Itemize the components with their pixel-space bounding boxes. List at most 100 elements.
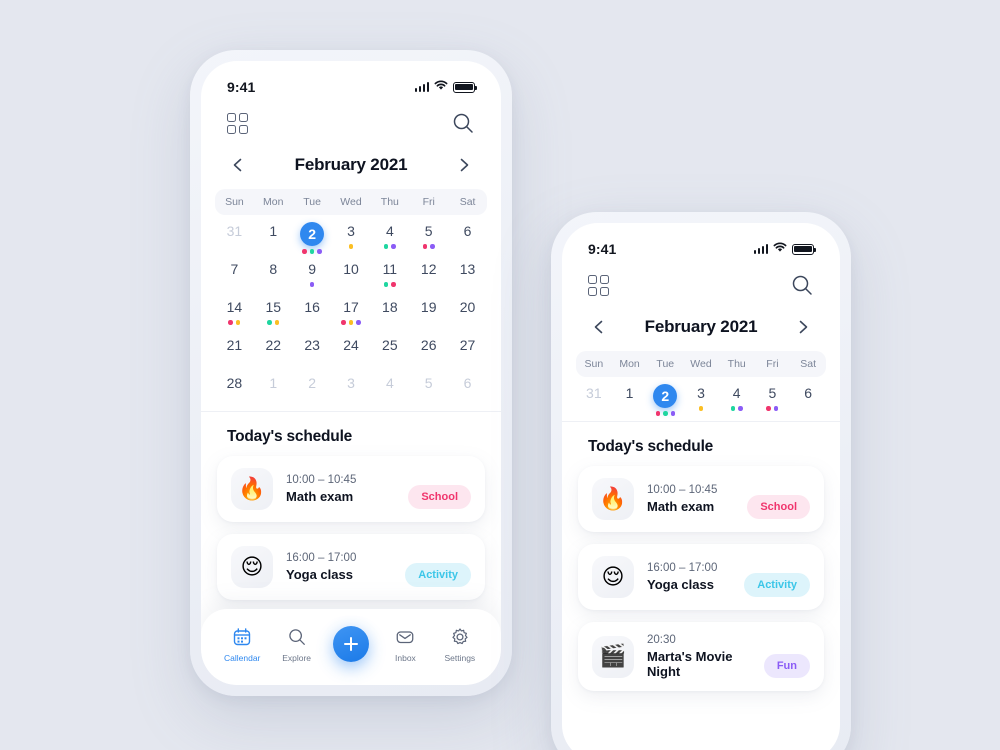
calendar-day-21[interactable]: 21 (215, 329, 254, 367)
plus-fab-icon[interactable] (333, 626, 370, 662)
event-dots (655, 411, 676, 416)
grid-menu-icon[interactable] (588, 274, 609, 296)
category-badge[interactable]: Fun (763, 654, 810, 678)
battery-full-icon (792, 243, 817, 255)
month-title: February 2021 (644, 317, 758, 336)
calendar-day-13[interactable]: 13 (448, 253, 487, 291)
calendar-day-1[interactable]: 1 (254, 367, 293, 405)
calendar-day-number: 2 (308, 375, 317, 391)
event-dot-purple (391, 244, 396, 249)
calendar-day-2[interactable]: 2 (293, 367, 332, 405)
tab-explore[interactable]: Explore (269, 626, 323, 663)
calendar-day-25[interactable]: 25 (370, 329, 409, 367)
calendar-day-2[interactable]: 2 (293, 215, 332, 254)
calendar-day-15[interactable]: 15 (254, 291, 293, 329)
wifi-icon (434, 78, 448, 96)
calendar-day-18[interactable]: 18 (370, 291, 409, 329)
calendar-day-24[interactable]: 24 (332, 329, 371, 367)
calendar-day-23[interactable]: 23 (293, 329, 332, 367)
calendar-day-9[interactable]: 9 (293, 253, 332, 291)
calendar-day-number: 27 (459, 337, 476, 353)
search-icon[interactable] (451, 111, 475, 135)
calendar-day-5[interactable]: 5 (409, 215, 448, 253)
tab-label: Settings (444, 652, 476, 663)
event-dot-teal (383, 282, 389, 287)
search-icon[interactable] (790, 273, 814, 297)
tab-inbox[interactable]: Inbox (378, 626, 432, 663)
calendar-day-number: 20 (459, 299, 476, 315)
event-dots (766, 406, 779, 411)
tab-settings[interactable]: Settings (433, 626, 487, 663)
chevron-right-icon[interactable] (455, 156, 473, 174)
calendar-day-20[interactable]: 20 (448, 291, 487, 329)
event-dots (228, 320, 241, 325)
calendar-day-12[interactable]: 12 (409, 253, 448, 291)
calendar-day-2[interactable]: 2 (647, 377, 683, 416)
calendar-day-31[interactable]: 31 (576, 377, 612, 415)
event-dot-yellow (348, 244, 354, 249)
calendar-day-number: 31 (226, 223, 243, 239)
schedule-event-name: Math exam (647, 499, 715, 514)
schedule-card[interactable]: 🎬 20:30 Marta's Movie Night Fun (578, 622, 824, 691)
calendar-day-3[interactable]: 3 (332, 215, 371, 253)
top-bar (201, 101, 501, 139)
phone-mockup-secondary: 9:41 February 2021 Sun Mon Tue Wed Thu F… (551, 212, 851, 750)
calendar-day-8[interactable]: 8 (254, 253, 293, 291)
weekday-label-wed: Wed (690, 358, 712, 370)
calendar-day-14[interactable]: 14 (215, 291, 254, 329)
calendar-day-26[interactable]: 26 (409, 329, 448, 367)
schedule-card[interactable]: 😌 16:00 – 17:00 Yoga class Activity (578, 544, 824, 610)
weekday-label-thu: Thu (380, 196, 399, 208)
calendar-day-5[interactable]: 5 (409, 367, 448, 405)
calendar-day-17[interactable]: 17 (332, 291, 371, 329)
calendar-day-6[interactable]: 6 (448, 367, 487, 405)
calendar-day-27[interactable]: 27 (448, 329, 487, 367)
envelope-icon (395, 626, 415, 648)
calendar-day-number: 4 (732, 385, 741, 401)
calendar-day-31[interactable]: 31 (215, 215, 254, 253)
calendar-day-4[interactable]: 4 (370, 215, 409, 253)
schedule-time: 20:30 (647, 634, 676, 646)
chevron-left-icon[interactable] (590, 318, 608, 336)
calendar-day-6[interactable]: 6 (448, 215, 487, 253)
calendar-day-3[interactable]: 3 (332, 367, 371, 405)
schedule-time: 16:00 – 17:00 (286, 552, 357, 564)
calendar-day-1[interactable]: 1 (254, 215, 293, 253)
category-badge[interactable]: Activity (744, 573, 810, 597)
calendar-day-19[interactable]: 19 (409, 291, 448, 329)
chevron-right-icon[interactable] (794, 318, 812, 336)
status-time: 9:41 (588, 241, 617, 257)
calendar-day-4[interactable]: 4 (370, 367, 409, 405)
month-navigation: February 2021 (201, 139, 501, 189)
month-navigation: February 2021 (562, 301, 840, 351)
calendar-day-22[interactable]: 22 (254, 329, 293, 367)
schedule-card[interactable]: 🔥 10:00 – 10:45 Math exam School (578, 466, 824, 532)
category-badge[interactable]: Activity (405, 563, 471, 587)
calendar-day-16[interactable]: 16 (293, 291, 332, 329)
calendar-day-7[interactable]: 7 (215, 253, 254, 291)
grid-menu-icon[interactable] (227, 112, 248, 134)
calendar-day-number: 4 (385, 375, 394, 391)
tab-callendar[interactable]: Callendar (215, 626, 269, 663)
calendar-day-28[interactable]: 28 (215, 367, 254, 405)
calendar-day-10[interactable]: 10 (332, 253, 371, 291)
calendar-day-1[interactable]: 1 (612, 377, 648, 415)
chevron-left-icon[interactable] (229, 156, 247, 174)
calendar-day-5[interactable]: 5 (755, 377, 791, 415)
calendar-day-11[interactable]: 11 (370, 253, 409, 291)
calendar-day-6[interactable]: 6 (790, 377, 826, 415)
calendar-day-number: 7 (230, 261, 239, 277)
calendar-day-3[interactable]: 3 (683, 377, 719, 415)
calendar-day-number: 8 (269, 261, 278, 277)
calendar-day-number: 6 (804, 385, 813, 401)
event-dots (383, 282, 396, 287)
category-badge[interactable]: School (747, 495, 810, 519)
event-dots (348, 244, 354, 249)
schedule-card[interactable]: 😌 16:00 – 17:00 Yoga class Activity (217, 534, 485, 600)
category-badge[interactable]: School (408, 485, 471, 509)
schedule-event-name: Marta's Movie Night (647, 649, 733, 679)
calendar-day-number: 12 (420, 261, 437, 277)
calendar-day-4[interactable]: 4 (719, 377, 755, 415)
weekday-label-sun: Sun (584, 358, 604, 370)
schedule-card[interactable]: 🔥 10:00 – 10:45 Math exam School (217, 456, 485, 522)
